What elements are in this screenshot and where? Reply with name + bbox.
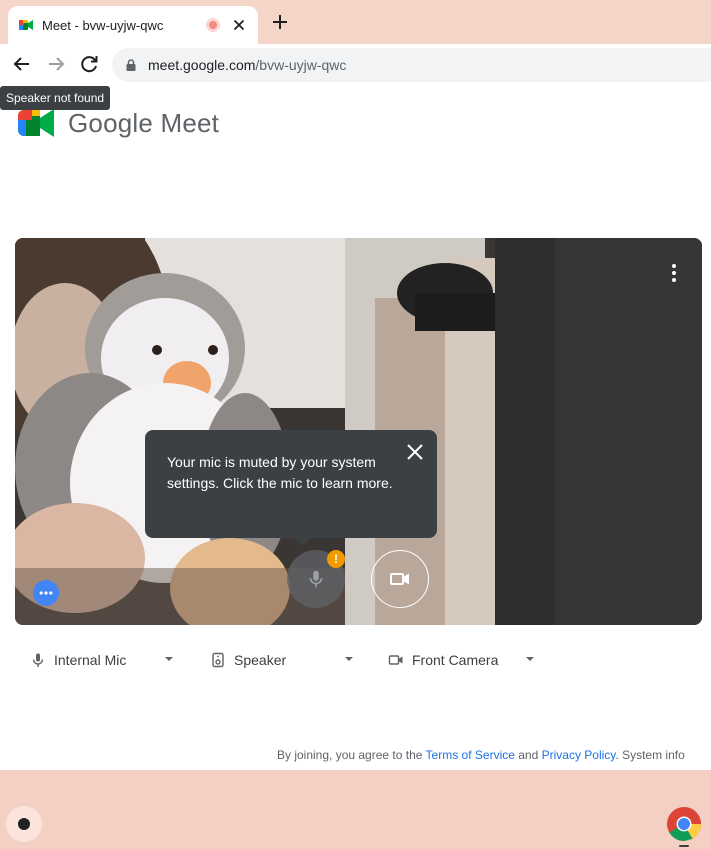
speaker-icon: [212, 652, 224, 668]
reload-icon: [81, 56, 98, 73]
legal-and: and: [514, 748, 542, 762]
tab-title: Meet - bvw-uyjw-qwc: [42, 17, 164, 33]
videocam-icon: [390, 573, 409, 585]
meet-page: Google Meet Your mic is muted by your sy…: [0, 84, 711, 770]
chrome-icon[interactable]: [665, 805, 703, 843]
launcher-button[interactable]: [6, 806, 42, 842]
camera-label: Front Camera: [412, 652, 499, 668]
privacy-policy-link[interactable]: Privacy Policy: [542, 748, 616, 762]
os-shelf: [0, 800, 711, 849]
camera-button[interactable]: [371, 550, 429, 608]
forward-button[interactable]: [44, 52, 68, 76]
legal-notice: By joining, you agree to the Terms of Se…: [277, 748, 685, 762]
chevron-down-icon[interactable]: [345, 657, 353, 661]
close-tab-icon[interactable]: [230, 17, 248, 33]
url-host: meet.google.com: [148, 57, 256, 73]
more-horizontal-icon: [39, 591, 53, 595]
tab-strip: Meet - bvw-uyjw-qwc: [0, 0, 711, 44]
speaker-label: Speaker: [234, 652, 287, 668]
browser-toolbar: meet.google.com /bvw-uyjw-qwc: [0, 44, 711, 84]
back-button[interactable]: [10, 52, 34, 76]
reload-button[interactable]: [77, 52, 101, 76]
url-path: /bvw-uyjw-qwc: [255, 57, 347, 73]
chevron-down-icon[interactable]: [526, 657, 534, 661]
arrow-left-icon: [13, 57, 29, 71]
callout-arrow: [295, 538, 311, 546]
arrow-right-icon: [49, 57, 65, 71]
recording-indicator-icon: [206, 18, 220, 32]
lock-icon[interactable]: [124, 58, 138, 72]
launcher-icon: [18, 818, 30, 830]
callout-text: Your mic is muted by your system setting…: [167, 454, 393, 491]
brand-name: Google Meet: [68, 107, 220, 138]
google-meet-logo-icon: [18, 109, 54, 137]
brand: Google Meet: [16, 106, 219, 140]
visual-effects-button[interactable]: [33, 580, 59, 606]
running-app-indicator: [679, 845, 689, 847]
chevron-down-icon[interactable]: [165, 657, 173, 661]
camera-preview: Your mic is muted by your system setting…: [15, 238, 702, 625]
new-tab-icon[interactable]: [268, 10, 292, 34]
speaker-tooltip: Speaker not found: [0, 86, 111, 110]
microphone-icon: [32, 653, 44, 667]
microphone-icon: [309, 570, 323, 588]
camera-selector[interactable]: Front Camera: [388, 650, 498, 670]
address-bar[interactable]: meet.google.com /bvw-uyjw-qwc: [112, 48, 711, 82]
mic-warning-badge: !: [327, 550, 345, 568]
close-icon[interactable]: [405, 442, 425, 462]
legal-prefix: By joining, you agree to the: [277, 748, 426, 762]
mic-muted-callout: Your mic is muted by your system setting…: [145, 430, 437, 546]
legal-suffix: . System info: [615, 748, 685, 762]
microphone-label: Internal Mic: [54, 652, 127, 668]
more-options-icon[interactable]: [664, 262, 684, 284]
microphone-selector[interactable]: Internal Mic: [30, 650, 126, 670]
speaker-selector[interactable]: Speaker: [210, 650, 286, 670]
terms-of-service-link[interactable]: Terms of Service: [426, 748, 515, 762]
google-meet-favicon-icon: [19, 20, 33, 30]
browser-tab[interactable]: Meet - bvw-uyjw-qwc: [8, 6, 258, 44]
videocam-icon: [388, 655, 403, 665]
